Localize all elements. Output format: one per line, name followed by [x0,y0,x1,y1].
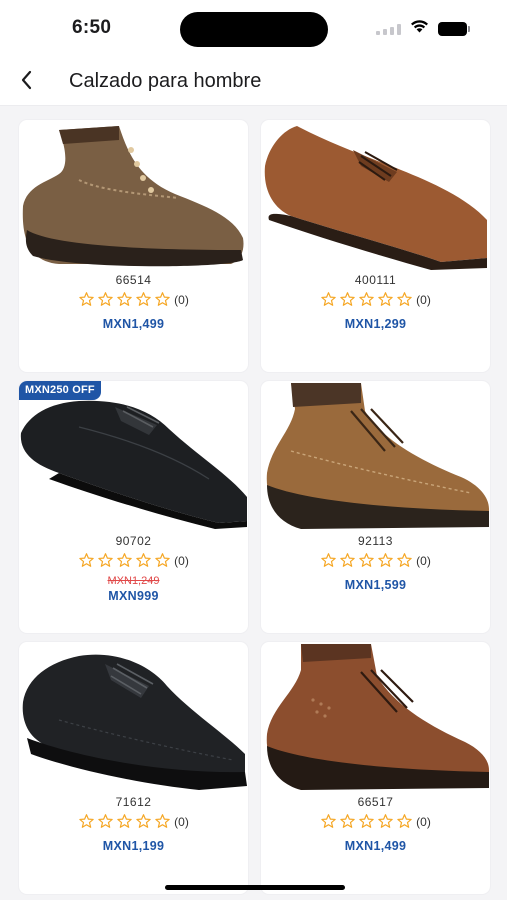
black-dress-shoe-image [20,400,248,529]
status-time: 6:50 [72,17,112,38]
rating: (0) [261,291,490,308]
star-outline-icon [359,814,374,828]
product-image[interactable] [261,381,490,531]
home-indicator[interactable] [165,885,345,890]
product-card[interactable]: 66517 (0) MXN1,499 [261,642,490,894]
product-sku: 71612 [115,795,152,809]
star-outline-icon [340,814,355,828]
back-chevron-icon[interactable] [14,68,38,92]
product-card[interactable]: 71612 (0) MXN1,199 [19,642,248,894]
product-grid: 66514 (0) MXN1,499 400111 (0) MXN1,299 M… [19,120,490,894]
star-outline-icon [155,553,170,567]
product-price: MXN1,499 [102,317,165,331]
star-outline-icon [79,814,94,828]
navigation-bar: Calzado para hombre [0,58,507,106]
product-image[interactable] [261,642,490,792]
star-outline-icon [397,814,412,828]
star-outline-icon [378,553,393,567]
rating-count: (0) [174,292,189,307]
star-outline-icon [136,292,151,306]
rating-count: (0) [416,814,431,829]
tan-work-boot-image [266,383,489,529]
discount-badge: MXN250 OFF [19,381,101,400]
star-outline-icon [340,292,355,306]
star-outline-icon [117,292,132,306]
product-image[interactable] [261,120,490,270]
star-outline-icon [117,814,132,828]
star-outline-icon [98,553,113,567]
product-image[interactable] [19,120,248,270]
star-outline-icon [79,553,94,567]
star-outline-icon [321,292,336,306]
star-outline-icon [155,292,170,306]
product-card[interactable]: 400111 (0) MXN1,299 [261,120,490,372]
dynamic-island [180,12,328,47]
star-outline-icon [340,553,355,567]
star-outline-icon [378,814,393,828]
product-image[interactable] [19,642,248,792]
star-outline-icon [378,292,393,306]
star-outline-icon [98,814,113,828]
rating: (0) [261,813,490,830]
brown-hiking-boot-image [22,126,244,267]
star-outline-icon [359,292,374,306]
star-outline-icon [397,292,412,306]
rating: (0) [19,291,248,308]
star-outline-icon [117,553,132,567]
star-outline-icon [79,292,94,306]
product-price: MXN1,299 [344,317,407,331]
star-outline-icon [397,553,412,567]
star-outline-icon [321,553,336,567]
product-image[interactable] [19,381,248,531]
page-title: Calzado para hombre [69,70,262,92]
product-sku: 400111 [354,273,397,287]
product-price: MXN1,599 [344,578,407,592]
product-price: MXN999 [108,589,159,603]
rating: (0) [19,552,248,569]
rating-count: (0) [174,814,189,829]
rating: (0) [261,552,490,569]
tan-oxford-shoe-image [264,126,487,270]
product-card[interactable]: MXN250 OFF 90702 (0) MXN1,249 MXN999 [19,381,248,633]
product-sku: 90702 [115,534,152,548]
star-outline-icon [359,553,374,567]
wifi-icon [410,19,429,38]
battery-icon [438,21,470,36]
star-outline-icon [136,553,151,567]
star-outline-icon [98,292,113,306]
star-outline-icon [155,814,170,828]
product-price: MXN1,199 [102,839,165,853]
star-outline-icon [136,814,151,828]
product-card[interactable]: 66514 (0) MXN1,499 [19,120,248,372]
rating-count: (0) [174,553,189,568]
original-price: MXN1,249 [107,575,160,587]
signal-icon [376,23,401,35]
star-outline-icon [321,814,336,828]
rating-count: (0) [416,553,431,568]
product-sku: 92113 [358,534,393,548]
rating-count: (0) [416,292,431,307]
product-price: MXN1,499 [344,839,407,853]
cognac-boot-image [266,644,489,790]
product-sku: 66517 [357,795,394,809]
status-bar: 6:50 [0,0,507,58]
status-icons [376,19,470,38]
black-casual-shoe-image [22,654,247,790]
product-card[interactable]: 92113 (0) MXN1,599 [261,381,490,633]
rating: (0) [19,813,248,830]
product-sku: 66514 [115,273,152,287]
